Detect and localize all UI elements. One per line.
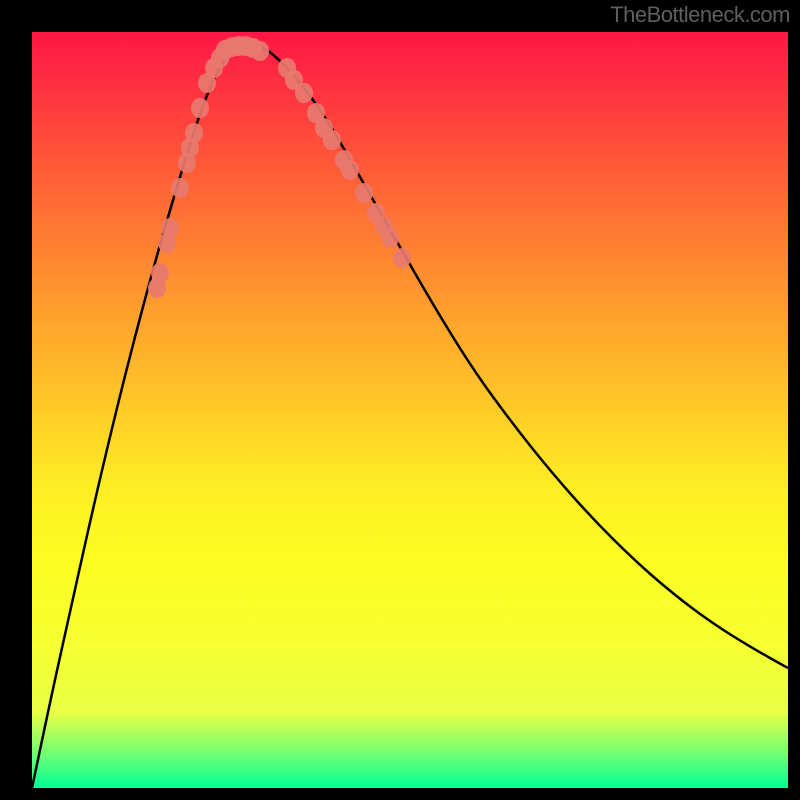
watermark-text: TheBottleneck.com	[610, 2, 790, 28]
chart-gradient-background	[32, 32, 788, 788]
